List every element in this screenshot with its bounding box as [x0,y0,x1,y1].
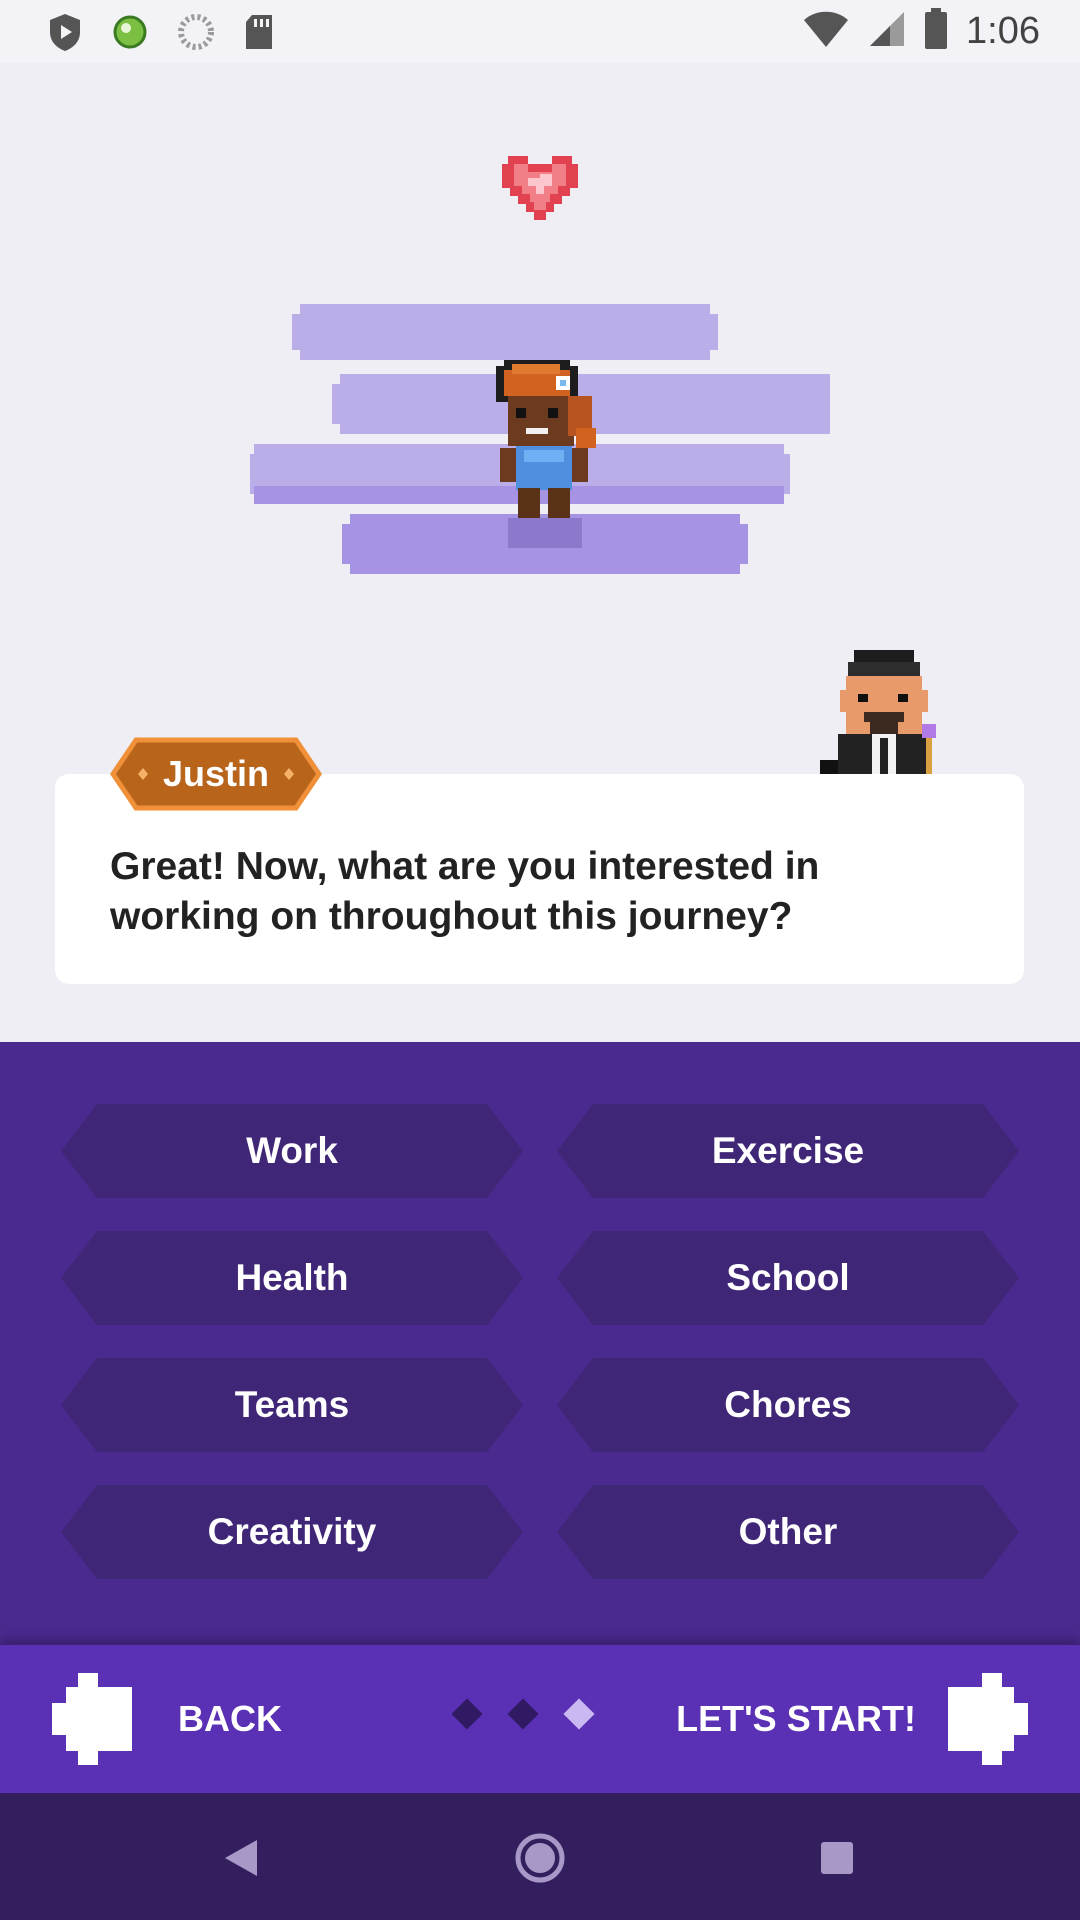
arrow-left-icon [52,1673,132,1765]
page-dot-3-active [563,1698,595,1730]
avatar-scene [250,300,838,590]
page-dot-1 [451,1698,483,1730]
option-chores[interactable]: Chores [557,1358,1019,1452]
system-recents-button[interactable] [802,1823,872,1893]
battery-icon [924,8,948,55]
system-back-button[interactable] [206,1823,276,1893]
status-bar: 1:06 [0,0,1080,63]
mentor-justin-avatar [818,650,950,774]
wifi-icon [802,10,850,53]
system-home-button[interactable] [505,1823,575,1893]
sd-card-icon [244,13,274,56]
page-dot-2 [507,1698,539,1730]
option-work[interactable]: Work [61,1104,523,1198]
speaker-name-badge: Justin [110,737,322,811]
option-health[interactable]: Health [61,1231,523,1325]
lets-start-button[interactable]: LET'S START! [676,1645,1028,1793]
onboarding-nav-bar: BACK LET'S START! [0,1645,1080,1793]
option-exercise[interactable]: Exercise [557,1104,1019,1198]
square-recents-icon [821,1842,853,1874]
circle-home-icon [515,1833,565,1883]
page-indicator [451,1698,595,1730]
sync-icon [178,14,214,55]
heart-icon [500,144,580,224]
option-creativity[interactable]: Creativity [61,1485,523,1579]
option-school[interactable]: School [557,1231,1019,1325]
app-notification-icon [112,14,148,55]
lets-start-label: LET'S START! [676,1698,916,1739]
dialog-message: Great! Now, what are you interested in w… [110,845,820,938]
interest-options-panel: Work Exercise Health School Teams Chores… [0,1042,1080,1645]
back-label: BACK [178,1698,282,1739]
speaker-name: Justin [162,753,269,794]
cell-signal-icon [868,10,906,53]
play-protect-icon [48,12,82,57]
option-other[interactable]: Other [557,1485,1019,1579]
option-teams[interactable]: Teams [61,1358,523,1452]
status-time: 1:06 [966,10,1040,52]
arrow-right-icon [948,1673,1028,1765]
system-nav-bar [0,1793,1080,1920]
back-button[interactable]: BACK [52,1645,282,1793]
triangle-back-icon [225,1840,257,1876]
